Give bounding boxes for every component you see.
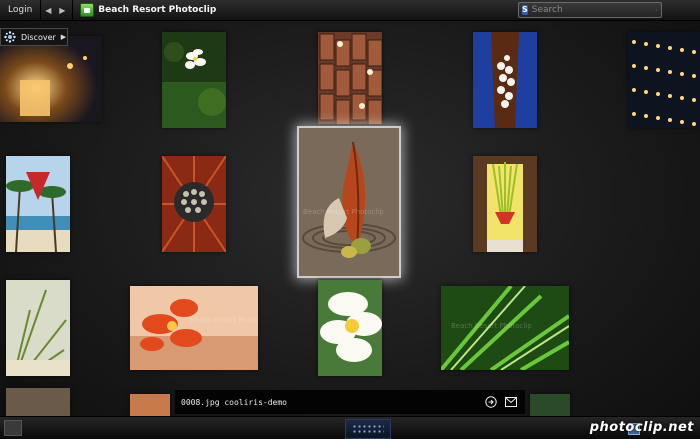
tile-green-leaves[interactable]: Beach Resort Photoclip [441, 286, 569, 370]
photo-wall[interactable]: Beach Resort Photoclip Beach Resort Phot… [0, 0, 700, 438]
partial-image-2 [130, 394, 170, 416]
top-toolbar: Login ◀ ▶ Beach Resort Photoclip S [0, 0, 700, 21]
tile-candle-grid[interactable] [628, 32, 700, 128]
toolbar-divider [72, 0, 73, 20]
wall-view-toggle[interactable] [345, 419, 391, 439]
login-button[interactable]: Login [0, 0, 41, 20]
search-box[interactable]: S [518, 2, 662, 18]
heliconia-vase-image [473, 156, 537, 252]
app-brand: Beach Resort Photoclip [80, 3, 216, 17]
mail-icon[interactable] [505, 397, 517, 407]
frangipani-shrub-image [162, 32, 226, 128]
tile-beach-lantern[interactable] [6, 156, 70, 252]
tile-frangipani-shrub[interactable] [162, 32, 226, 128]
discover-label: Discover [21, 33, 56, 42]
tile-partial-3[interactable] [530, 394, 570, 416]
search-input[interactable] [528, 4, 656, 16]
white-plumeria-image [318, 280, 382, 376]
candle-image [0, 36, 102, 122]
tile-palm-frond[interactable] [6, 280, 70, 376]
partial-image-1 [6, 388, 70, 416]
tile-flower-boat[interactable] [473, 32, 537, 128]
tile-candle[interactable] [0, 36, 102, 122]
bottom-toolbar: photoclip.net [0, 416, 700, 439]
selected-photo-caption: 0008.jpg cooliris-demo [175, 390, 525, 414]
forward-arrow-icon[interactable]: ▶ [55, 6, 69, 15]
fullscreen-icon[interactable] [4, 420, 22, 436]
tile-white-plumeria[interactable] [318, 280, 382, 376]
grid-dots-icon [352, 424, 384, 434]
tile-partial-1[interactable] [6, 388, 70, 416]
partial-image-3 [530, 394, 570, 416]
candle-grid-image [628, 32, 700, 128]
tile-leaf-pod[interactable]: Beach Resort Photoclip [299, 128, 399, 276]
tile-watermark: Beach Resort Photoclip [190, 316, 258, 324]
open-arrow-icon[interactable] [485, 396, 497, 408]
orange-orchid-image [130, 286, 258, 370]
bead-ball-image [162, 156, 226, 252]
photoclip-logo-icon [80, 3, 94, 17]
tile-brick-path[interactable] [318, 32, 382, 124]
caption-actions [485, 396, 517, 408]
tile-partial-2[interactable] [130, 394, 170, 416]
palm-frond-image [6, 280, 70, 376]
tile-watermark: Beach Resort Photoclip [303, 208, 384, 216]
search-icon[interactable] [656, 5, 657, 15]
tile-bead-ball[interactable] [162, 156, 226, 252]
app-title: Beach Resort Photoclip [98, 5, 216, 15]
beach-lantern-image [6, 156, 70, 252]
tile-watermark: Beach Resort Photoclip [451, 322, 532, 330]
discover-arrow-icon: ▶ [61, 33, 66, 41]
footer-brand: photoclip.net [590, 420, 694, 435]
discover-button[interactable]: Discover ▶ [0, 28, 68, 46]
caption-filename: 0008.jpg cooliris-demo [181, 398, 287, 407]
tile-heliconia-vase[interactable] [473, 156, 537, 252]
flower-boat-image [473, 32, 537, 128]
back-arrow-icon[interactable]: ◀ [41, 6, 55, 15]
discover-star-icon [4, 31, 16, 43]
tile-orange-orchid[interactable]: Beach Resort Photoclip [130, 286, 258, 370]
leaf-pod-image [299, 128, 399, 276]
brick-path-image [318, 32, 382, 124]
